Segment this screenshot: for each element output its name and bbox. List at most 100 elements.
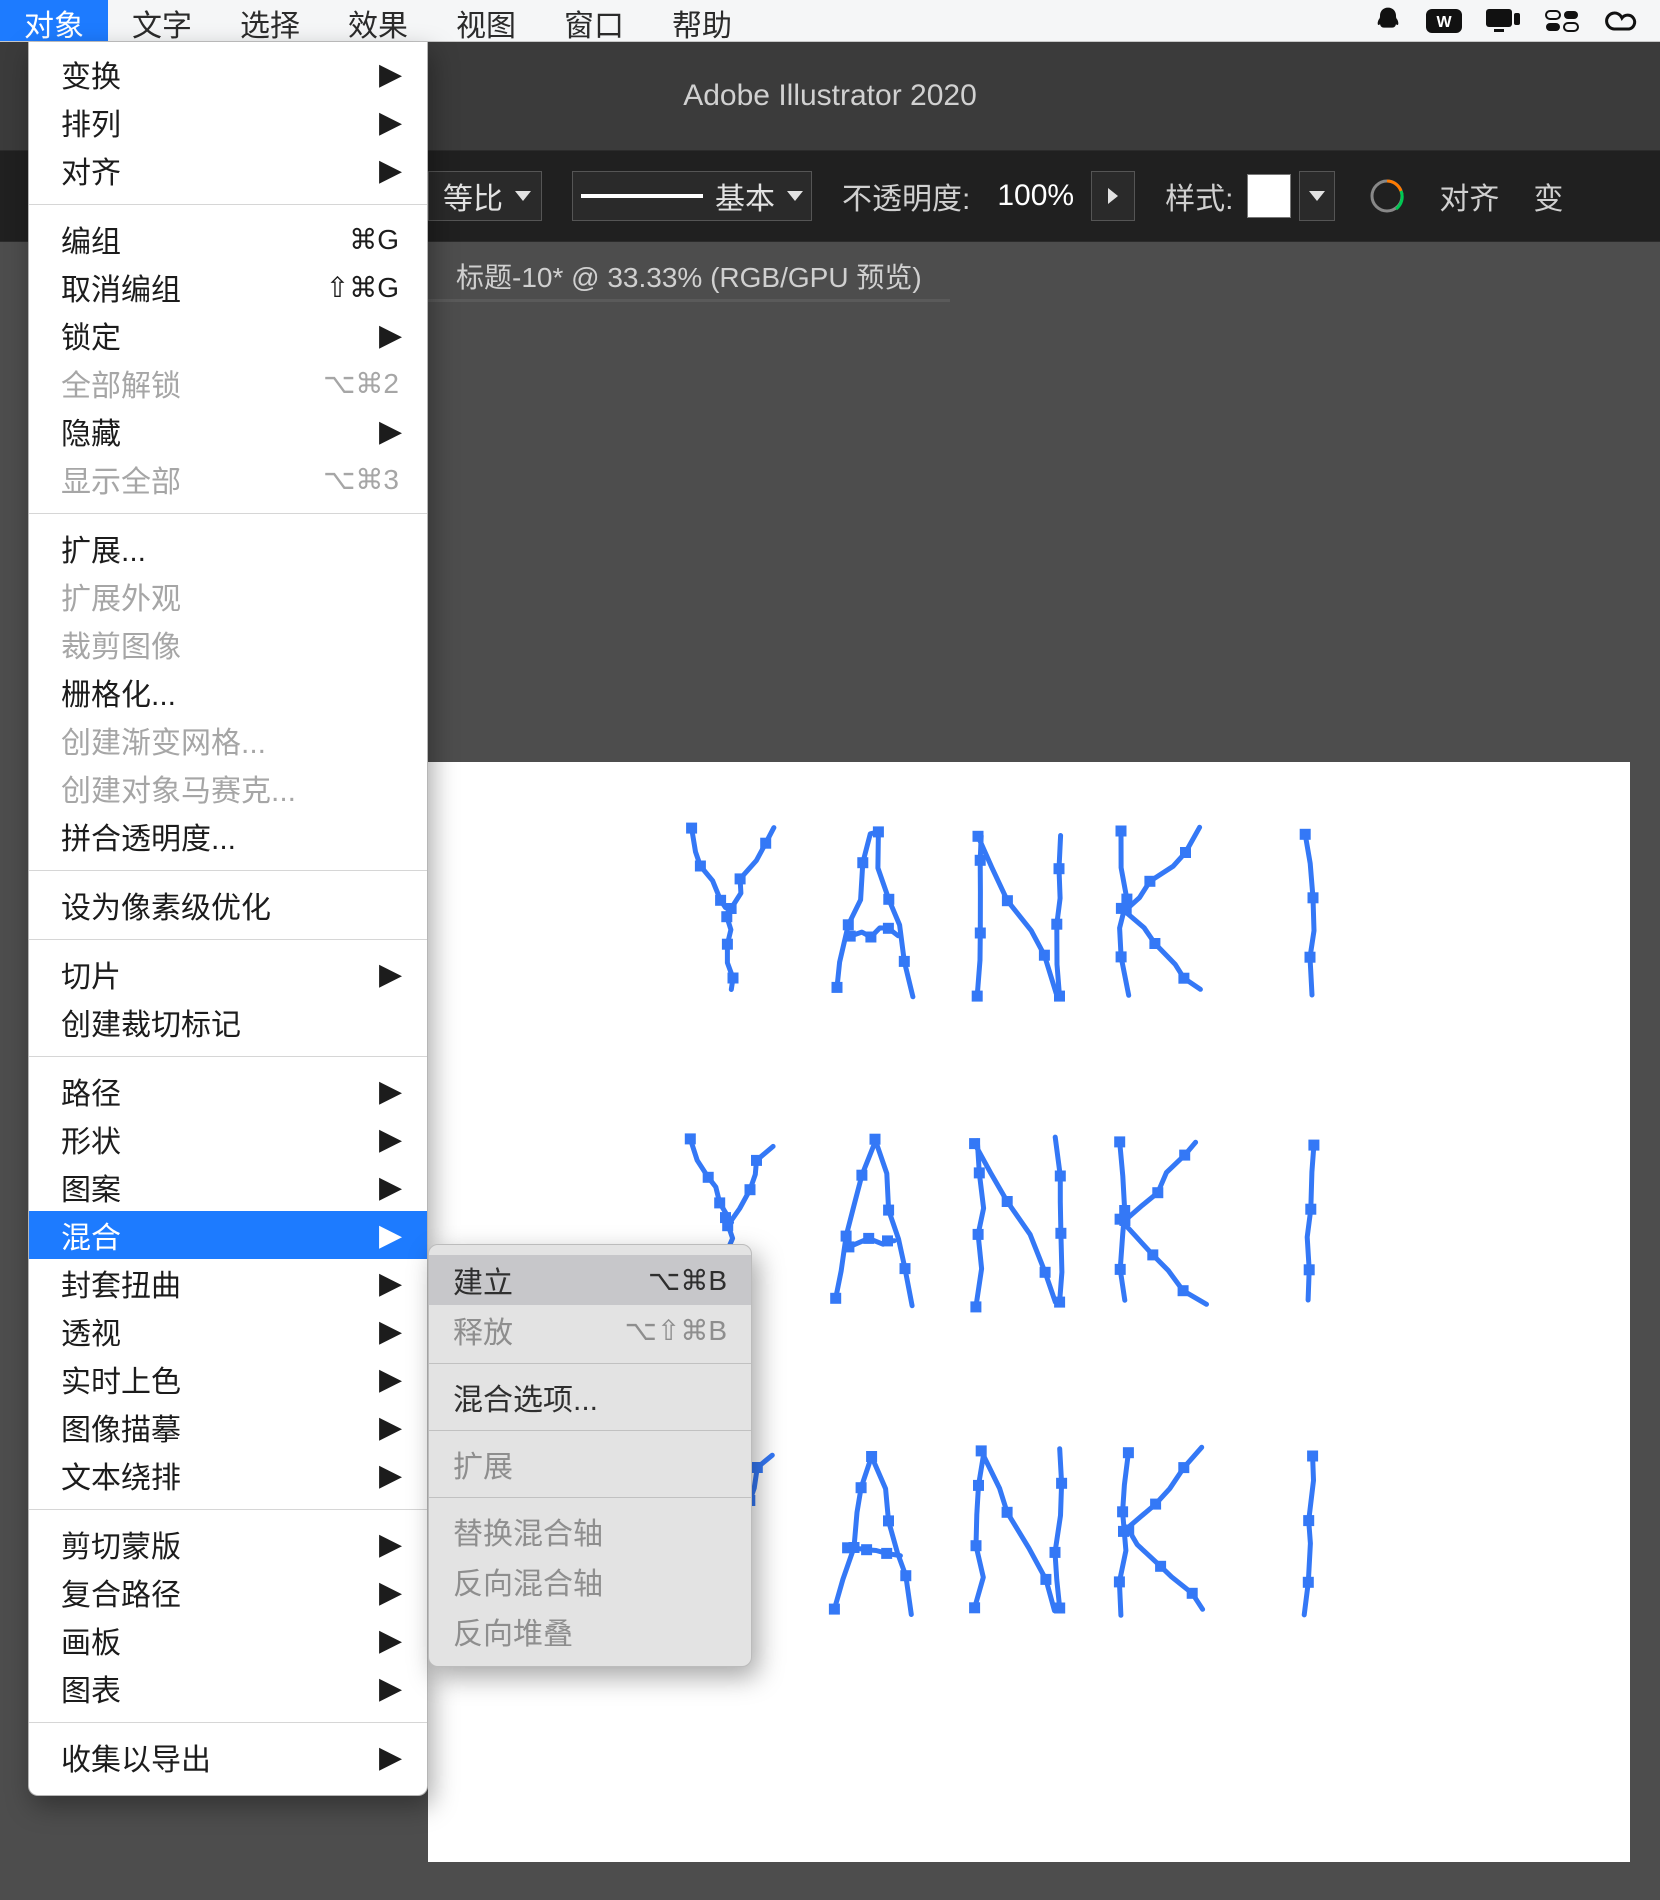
submenu-arrow-icon: ▶ xyxy=(379,153,399,188)
opacity-value: 100% xyxy=(997,179,1074,213)
submenu-item: 扩展 xyxy=(429,1439,751,1489)
graphic-style-swatch[interactable] xyxy=(1247,174,1291,218)
menu-item[interactable]: 路径▶ xyxy=(29,1067,427,1115)
submenu-item: 反向混合轴 xyxy=(429,1556,751,1606)
submenu-item: 释放⌥⇧⌘B xyxy=(429,1305,751,1355)
submenu-arrow-icon: ▶ xyxy=(379,1671,399,1706)
menu-item[interactable]: 混合▶ xyxy=(29,1211,427,1259)
submenu-arrow-icon: ▶ xyxy=(379,1218,399,1253)
creative-cloud-icon[interactable] xyxy=(1602,7,1642,35)
submenu-item[interactable]: 混合选项... xyxy=(429,1372,751,1422)
submenu-item-shortcut: ⌥⇧⌘B xyxy=(625,1314,727,1347)
menu-item[interactable]: 形状▶ xyxy=(29,1115,427,1163)
submenu-arrow-icon: ▶ xyxy=(379,318,399,353)
submenu-arrow-icon: ▶ xyxy=(379,1314,399,1349)
document-tab[interactable]: 标题-10* @ 33.33% (RGB/GPU 预览) xyxy=(428,242,950,302)
align-label[interactable]: 对齐 xyxy=(1439,174,1499,218)
menu-item[interactable]: 隐藏▶ xyxy=(29,407,427,455)
opacity-label: 不透明度: xyxy=(842,174,970,218)
menubar-item-type[interactable]: 文字 xyxy=(108,0,216,41)
chevron-down-icon xyxy=(515,191,531,201)
stroke-style-value: 基本 xyxy=(715,174,775,218)
menu-item[interactable]: 变换▶ xyxy=(29,50,427,98)
menubar-item-window[interactable]: 窗口 xyxy=(540,0,648,41)
menu-item-label: 扩展... xyxy=(61,526,399,570)
menu-item-shortcut: ⌥⌘2 xyxy=(323,367,399,400)
submenu-item: 替换混合轴 xyxy=(429,1506,751,1556)
menu-item: 全部解锁⌥⌘2 xyxy=(29,359,427,407)
menu-item[interactable]: 收集以导出▶ xyxy=(29,1733,427,1781)
document-tab-title: 标题-10* @ 33.33% (RGB/GPU 预览) xyxy=(456,262,922,293)
menu-item[interactable]: 切片▶ xyxy=(29,950,427,998)
wps-icon[interactable]: W xyxy=(1426,7,1462,35)
menu-item-label: 变换 xyxy=(61,52,379,96)
scale-mode-dropdown[interactable]: 等比 xyxy=(428,171,542,221)
submenu-arrow-icon: ▶ xyxy=(379,1266,399,1301)
app-title: Adobe Illustrator 2020 xyxy=(683,79,977,113)
menu-item-label: 栅格化... xyxy=(61,670,399,714)
submenu-item-label: 反向混合轴 xyxy=(453,1559,727,1603)
menubar-item-effect[interactable]: 效果 xyxy=(324,0,432,41)
submenu-item-label: 反向堆叠 xyxy=(453,1609,727,1653)
style-dropdown-button[interactable] xyxy=(1299,171,1335,221)
menu-item-shortcut: ⇧⌘G xyxy=(326,271,399,304)
recolor-artwork-icon[interactable] xyxy=(1365,174,1409,218)
menu-item[interactable]: 排列▶ xyxy=(29,98,427,146)
menu-item[interactable]: 封套扭曲▶ xyxy=(29,1259,427,1307)
stroke-style-dropdown[interactable]: 基本 xyxy=(572,171,812,221)
submenu-arrow-icon: ▶ xyxy=(379,1122,399,1157)
menu-item[interactable]: 图像描摹▶ xyxy=(29,1403,427,1451)
submenu-item-label: 扩展 xyxy=(453,1442,727,1486)
qq-icon[interactable] xyxy=(1372,5,1404,37)
menu-item[interactable]: 编组⌘G xyxy=(29,215,427,263)
menu-item[interactable]: 复合路径▶ xyxy=(29,1568,427,1616)
menubar-item-view[interactable]: 视图 xyxy=(432,0,540,41)
opacity-expand-button[interactable] xyxy=(1091,171,1135,221)
menu-item[interactable]: 创建裁切标记 xyxy=(29,998,427,1046)
style-label: 样式: xyxy=(1165,174,1233,218)
menu-item[interactable]: 设为像素级优化 xyxy=(29,881,427,929)
submenu-arrow-icon: ▶ xyxy=(379,57,399,92)
menu-item-label: 编组 xyxy=(61,217,349,261)
display-icon[interactable] xyxy=(1484,7,1522,35)
chevron-down-icon xyxy=(787,191,803,201)
chevron-down-icon xyxy=(1309,191,1325,201)
submenu-item-label: 建立 xyxy=(453,1258,648,1302)
menu-item[interactable]: 文本绕排▶ xyxy=(29,1451,427,1499)
menu-item-label: 图案 xyxy=(61,1165,379,1209)
menu-item-label: 切片 xyxy=(61,952,379,996)
menu-item-label: 设为像素级优化 xyxy=(61,883,399,927)
menu-item: 创建对象马赛克... xyxy=(29,764,427,812)
menubar-tray: W xyxy=(1372,0,1660,41)
menu-item-label: 锁定 xyxy=(61,313,379,357)
artwork-row xyxy=(659,822,1399,1022)
submenu-arrow-icon: ▶ xyxy=(379,1575,399,1610)
submenu-item[interactable]: 建立⌥⌘B xyxy=(429,1255,751,1305)
submenu-item-shortcut: ⌥⌘B xyxy=(648,1264,727,1297)
menu-item-label: 创建渐变网格... xyxy=(61,718,399,762)
submenu-arrow-icon: ▶ xyxy=(379,1410,399,1445)
svg-text:W: W xyxy=(1436,14,1452,31)
control-center-icon[interactable] xyxy=(1544,7,1580,35)
menu-item[interactable]: 锁定▶ xyxy=(29,311,427,359)
menu-item[interactable]: 取消编组⇧⌘G xyxy=(29,263,427,311)
menu-item[interactable]: 剪切蒙版▶ xyxy=(29,1520,427,1568)
scale-mode-value: 等比 xyxy=(443,174,503,218)
opacity-input[interactable]: 100% xyxy=(984,171,1087,221)
menubar-item-object[interactable]: 对象 xyxy=(0,0,108,41)
transform-label[interactable]: 变 xyxy=(1533,174,1563,218)
menu-item[interactable]: 拼合透明度... xyxy=(29,812,427,860)
menu-item[interactable]: 扩展... xyxy=(29,524,427,572)
menu-item[interactable]: 栅格化... xyxy=(29,668,427,716)
menu-item-label: 排列 xyxy=(61,100,379,144)
menu-item[interactable]: 对齐▶ xyxy=(29,146,427,194)
menu-item[interactable]: 实时上色▶ xyxy=(29,1355,427,1403)
menu-item[interactable]: 画板▶ xyxy=(29,1616,427,1664)
menubar-item-help[interactable]: 帮助 xyxy=(648,0,756,41)
menu-item-label: 收集以导出 xyxy=(61,1735,379,1779)
menu-item[interactable]: 透视▶ xyxy=(29,1307,427,1355)
menu-item[interactable]: 图表▶ xyxy=(29,1664,427,1712)
chevron-right-icon xyxy=(1108,188,1118,204)
menu-item[interactable]: 图案▶ xyxy=(29,1163,427,1211)
menubar-item-select[interactable]: 选择 xyxy=(216,0,324,41)
